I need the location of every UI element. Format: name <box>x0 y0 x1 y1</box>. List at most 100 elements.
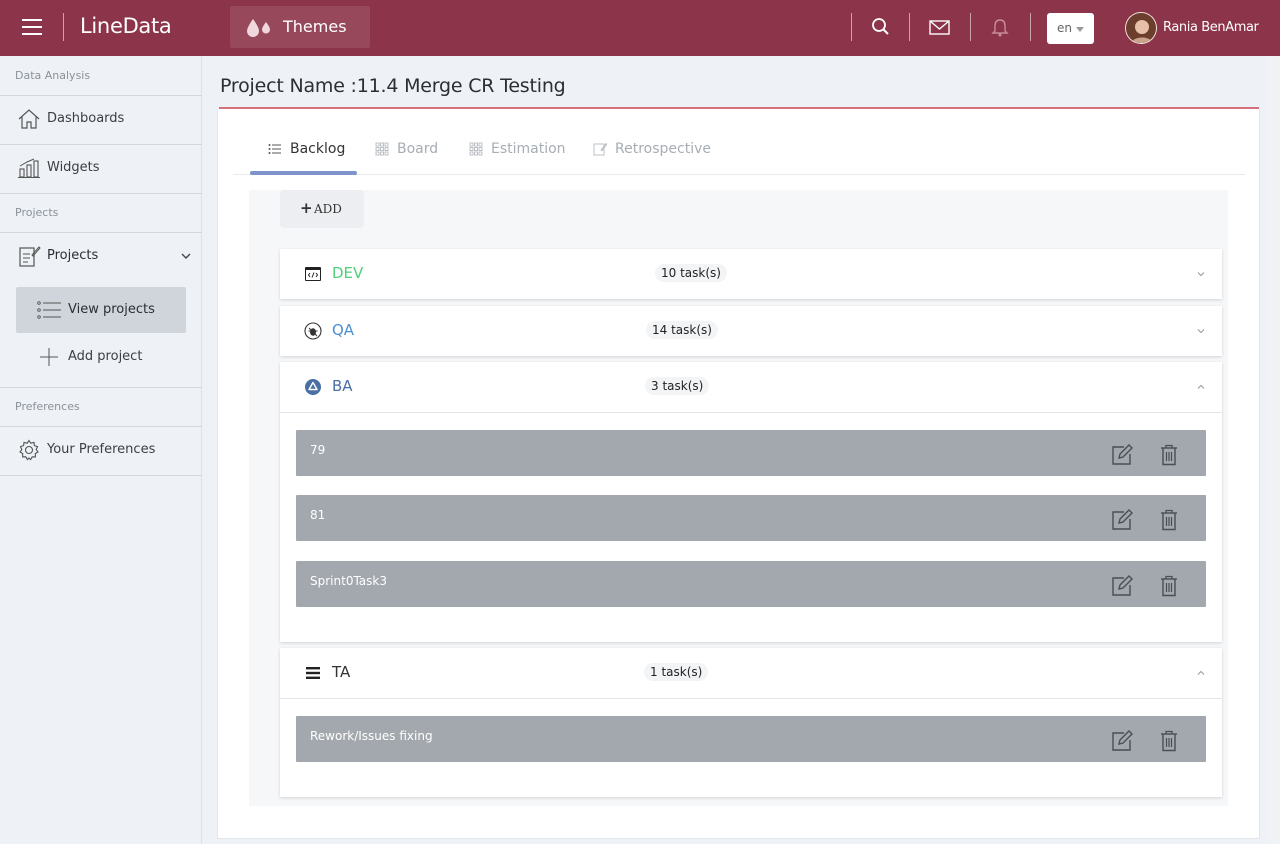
divider <box>0 95 202 96</box>
task-item[interactable]: Rework/Issues fixing <box>296 716 1206 762</box>
themes-label: Themes <box>283 17 347 36</box>
task-count-badge: 1 task(s) <box>644 663 709 681</box>
section-preferences: Preferences <box>15 400 80 413</box>
edit-note-icon <box>593 142 607 156</box>
language-select[interactable]: en <box>1047 13 1094 44</box>
tabs-divider <box>233 174 1245 175</box>
task-item[interactable]: 79 <box>296 430 1206 476</box>
hamburger-menu-icon[interactable] <box>22 19 42 35</box>
list-icon <box>37 301 61 319</box>
task-item[interactable]: 81 <box>296 495 1206 541</box>
sidebar-item-add-project[interactable]: Add project <box>16 334 186 380</box>
edit-icon[interactable] <box>1111 444 1133 466</box>
trash-icon[interactable] <box>1160 444 1178 466</box>
caret-down-icon <box>1076 27 1084 32</box>
gear-icon <box>19 439 39 461</box>
divider <box>0 232 202 233</box>
sidebar-item-label: Projects <box>47 248 99 263</box>
task-count-badge: 3 task(s) <box>645 377 710 395</box>
tab-label: Retrospective <box>615 141 711 157</box>
divider <box>63 13 64 41</box>
tab-label: Backlog <box>290 141 346 157</box>
group-name: QA <box>332 321 355 339</box>
chevron-up-icon[interactable] <box>1196 668 1206 678</box>
section-projects: Projects <box>15 206 59 219</box>
page-title: Project Name :11.4 Merge CR Testing <box>220 75 566 97</box>
home-icon <box>18 109 40 129</box>
chevron-down-icon[interactable] <box>181 251 191 261</box>
divider <box>1030 13 1031 41</box>
sidebar-item-projects[interactable]: Projects <box>0 234 202 278</box>
task-name: Rework/Issues fixing <box>310 729 433 743</box>
edit-icon[interactable] <box>1111 509 1133 531</box>
sidebar-item-label: View projects <box>68 302 155 317</box>
group-name: DEV <box>332 264 364 282</box>
drops-icon <box>247 19 270 37</box>
tab-label: Estimation <box>491 141 566 157</box>
task-count-badge: 10 task(s) <box>655 264 727 282</box>
task-count-badge: 14 task(s) <box>646 321 718 339</box>
divider <box>280 698 1222 699</box>
group-header[interactable]: BA 3 task(s) <box>280 362 1222 412</box>
sidebar-item-widgets[interactable]: Widgets <box>0 146 202 190</box>
avatar[interactable] <box>1125 12 1157 44</box>
divider <box>0 144 202 145</box>
task-item[interactable]: Sprint0Task3 <box>296 561 1206 607</box>
sidebar-item-label: Widgets <box>47 160 100 175</box>
language-value: en <box>1057 21 1072 35</box>
sidebar-item-view-projects[interactable]: View projects <box>16 287 186 333</box>
user-name[interactable]: Rania BenAmar <box>1163 20 1259 35</box>
divider <box>0 387 202 388</box>
plus-icon: + <box>300 199 313 217</box>
group-header[interactable]: DEV 10 task(s) <box>280 249 1222 299</box>
clipboard-edit-icon <box>19 246 41 267</box>
group-header[interactable]: QA 14 task(s) <box>280 306 1222 356</box>
trash-icon[interactable] <box>1160 575 1178 597</box>
app-brand[interactable]: LineData <box>80 14 172 38</box>
mail-icon[interactable] <box>928 14 952 40</box>
divider <box>0 475 202 476</box>
divider <box>970 13 971 41</box>
search-icon[interactable] <box>869 14 893 40</box>
bell-icon[interactable] <box>988 14 1012 40</box>
task-name: 81 <box>310 508 326 522</box>
add-button[interactable]: + ADD <box>280 190 364 228</box>
chevron-down-icon[interactable] <box>1196 269 1206 279</box>
add-label: ADD <box>314 202 342 216</box>
chevron-down-icon[interactable] <box>1196 326 1206 336</box>
group-name: TA <box>332 663 351 681</box>
list-icon <box>268 144 281 154</box>
plus-icon <box>40 348 58 366</box>
sidebar-item-dashboards[interactable]: Dashboards <box>0 97 202 141</box>
group-ta: TA 1 task(s) Rework/Issues fixing <box>280 648 1222 797</box>
group-ba: BA 3 task(s) 79 81 Sprint0Task3 <box>280 362 1222 642</box>
sidebar-item-label: Add project <box>68 349 143 364</box>
group-dev: DEV 10 task(s) <box>280 249 1222 299</box>
sidebar-item-your-preferences[interactable]: Your Preferences <box>0 428 202 472</box>
scrollbar-track[interactable] <box>1268 56 1280 844</box>
sidebar: Data Analysis Dashboards Widgets Project… <box>0 56 202 844</box>
grid-icon <box>469 142 483 156</box>
trash-icon[interactable] <box>1160 730 1178 752</box>
triangle-circle-icon <box>305 379 321 395</box>
top-bar: LineData Themes en Rania BenAmar <box>0 0 1280 56</box>
bar-chart-icon <box>18 158 40 179</box>
task-name: Sprint0Task3 <box>310 574 387 588</box>
group-header[interactable]: TA 1 task(s) <box>280 648 1222 698</box>
divider <box>909 13 910 41</box>
task-name: 79 <box>310 443 326 457</box>
bars-icon <box>306 667 320 679</box>
divider <box>0 193 202 194</box>
divider <box>851 13 852 41</box>
trash-icon[interactable] <box>1160 509 1178 531</box>
chevron-up-icon[interactable] <box>1196 382 1206 392</box>
grid-icon <box>375 142 389 156</box>
edit-icon[interactable] <box>1111 575 1133 597</box>
themes-button[interactable]: Themes <box>230 6 370 48</box>
user-photo-icon <box>1126 13 1156 43</box>
divider <box>280 412 1222 413</box>
tab-label: Board <box>397 141 439 157</box>
edit-icon[interactable] <box>1111 730 1133 752</box>
divider <box>0 426 202 427</box>
section-data-analysis: Data Analysis <box>15 69 91 82</box>
